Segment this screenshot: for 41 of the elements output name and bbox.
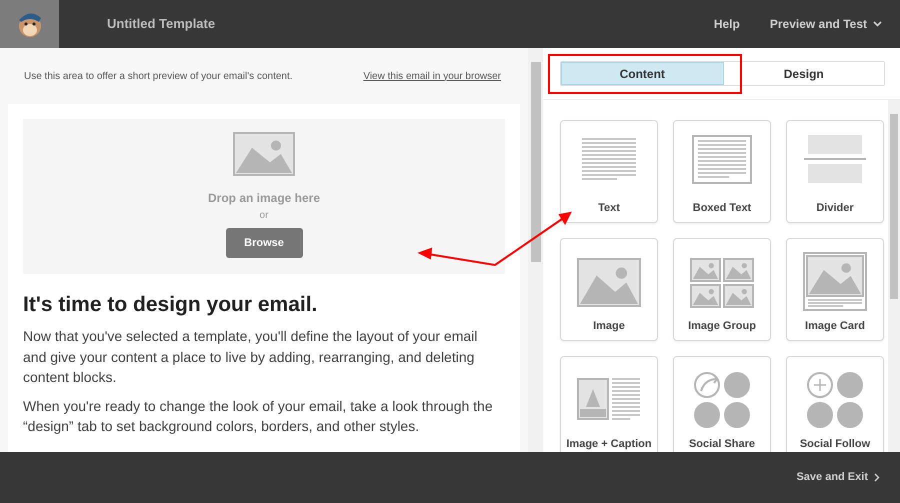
body-paragraph: When you're ready to change the look of your email, take a look through the “design” tab to set background colors, borders, and other styles. <box>23 396 494 436</box>
content-block-tile[interactable]: Text <box>560 120 658 223</box>
save-and-exit-button[interactable]: Save and Exit <box>796 469 880 486</box>
block-label: Text <box>598 200 620 216</box>
content-block-tile[interactable]: Image <box>560 238 658 341</box>
block-label: Image Card <box>805 318 865 334</box>
content-block-tile[interactable]: Social Follow <box>786 356 884 452</box>
image-card-icon <box>800 251 870 311</box>
email-heading: It's time to design your email. <box>23 292 318 318</box>
help-link[interactable]: Help <box>714 15 740 33</box>
content-block-tile[interactable]: Image + Caption <box>560 356 658 452</box>
block-label: Image <box>593 318 625 334</box>
image-placeholder-icon <box>233 132 295 176</box>
view-in-browser-link[interactable]: View this email in your browser <box>363 68 501 84</box>
drop-prompt: Drop an image here <box>208 190 320 207</box>
scrollbar[interactable] <box>888 100 900 452</box>
panel-tab[interactable]: Content <box>561 62 724 85</box>
content-block-tile[interactable]: Image Group <box>673 238 771 341</box>
content-block-tile[interactable]: Social Share <box>673 356 771 452</box>
content-block-tile[interactable]: Image Card <box>786 238 884 341</box>
content-block-tile[interactable]: Divider <box>786 120 884 223</box>
block-label: Social Follow <box>800 436 870 452</box>
scroll-thumb[interactable] <box>890 114 898 299</box>
template-title: Untitled Template <box>107 15 216 34</box>
block-label: Divider <box>816 200 854 216</box>
content-block-tile[interactable]: Boxed Text <box>673 120 771 223</box>
block-label: Boxed Text <box>692 200 752 216</box>
body-paragraph: Now that you've selected a template, you'll define the layout of your email and give your content a place to live by adding, rearranging, and deleting content blocks. <box>23 327 478 387</box>
scrollbar[interactable] <box>528 48 543 452</box>
chevron-right-icon <box>874 473 880 482</box>
block-label: Image + Caption <box>566 436 652 452</box>
preview-menu[interactable]: Preview and Test <box>770 15 882 33</box>
scroll-thumb[interactable] <box>530 62 540 262</box>
logo-tile[interactable] <box>0 0 59 48</box>
chevron-down-icon <box>873 21 882 27</box>
browse-button[interactable]: Browse <box>226 228 302 258</box>
image-drop-zone[interactable]: Drop an image here or Browse <box>23 119 505 274</box>
block-label: Social Share <box>688 436 756 452</box>
preheader-text: Use this area to offer a short preview of your email's content. <box>24 70 293 84</box>
or-text: or <box>260 209 268 223</box>
block-label: Image Group <box>688 318 756 334</box>
